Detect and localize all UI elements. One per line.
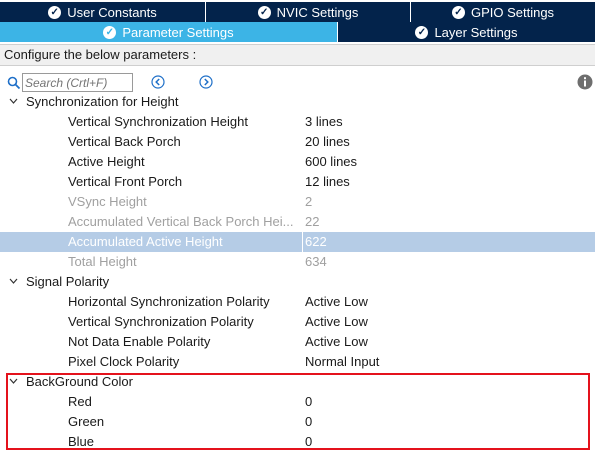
param-row[interactable]: Vertical Synchronization Height 3 lines — [0, 112, 595, 132]
tab-user-constants[interactable]: ✓ User Constants — [0, 2, 206, 22]
parameter-tree: Synchronization for Height Vertical Sync… — [0, 92, 595, 452]
param-row[interactable]: Vertical Back Porch 20 lines — [0, 132, 595, 152]
param-name: Accumulated Active Height — [68, 234, 223, 249]
param-value[interactable]: 600 lines — [305, 152, 357, 172]
param-name: VSync Height — [68, 194, 147, 209]
param-value[interactable]: Active Low — [305, 312, 368, 332]
param-row[interactable]: Green 0 — [0, 412, 595, 432]
group-background-color[interactable]: BackGround Color — [0, 372, 595, 392]
param-row: Total Height 634 — [0, 252, 595, 272]
param-row-selected[interactable]: Accumulated Active Height 622 — [0, 232, 595, 252]
param-name: Total Height — [68, 254, 137, 269]
search-toolbar — [0, 72, 595, 94]
tab-parameter-settings[interactable]: ✓ Parameter Settings — [0, 22, 338, 42]
param-name: Horizontal Synchronization Polarity — [68, 294, 270, 309]
param-value: 22 — [305, 214, 320, 229]
param-value[interactable]: 12 lines — [305, 172, 350, 192]
value-cell — [302, 232, 595, 252]
tab-layer-settings[interactable]: ✓ Layer Settings — [338, 22, 595, 42]
configure-caption: Configure the below parameters : — [0, 44, 595, 66]
param-value[interactable]: 0 — [305, 392, 312, 412]
param-row[interactable]: Active Height 600 lines — [0, 152, 595, 172]
param-name: Pixel Clock Polarity — [68, 354, 180, 369]
param-value[interactable]: 3 lines — [305, 112, 343, 132]
tab-label: Layer Settings — [434, 24, 518, 40]
check-icon: ✓ — [48, 5, 62, 19]
group-signal-polarity[interactable]: Signal Polarity — [0, 272, 595, 292]
group-label: Signal Polarity — [26, 274, 110, 289]
check-icon: ✓ — [451, 5, 465, 19]
chevron-down-icon[interactable] — [9, 378, 18, 385]
check-icon: ✓ — [103, 25, 117, 39]
param-name: Active Height — [68, 154, 145, 169]
param-row[interactable]: Not Data Enable Polarity Active Low — [0, 332, 595, 352]
check-icon: ✓ — [415, 25, 429, 39]
param-value: 634 — [305, 254, 327, 269]
param-row[interactable]: Vertical Front Porch 12 lines — [0, 172, 595, 192]
param-row[interactable]: Pixel Clock Polarity Normal Input — [0, 352, 595, 372]
tab-bar-top: ✓ User Constants ✓ NVIC Settings ✓ GPIO … — [0, 2, 595, 22]
group-synchronization-for-height[interactable]: Synchronization for Height — [0, 92, 595, 112]
param-row[interactable]: Blue 0 — [0, 432, 595, 452]
chevron-down-icon[interactable] — [9, 98, 18, 105]
param-value[interactable]: Normal Input — [305, 352, 379, 372]
check-icon: ✓ — [257, 5, 271, 19]
param-row[interactable]: Horizontal Synchronization Polarity Acti… — [0, 292, 595, 312]
tab-label: GPIO Settings — [470, 4, 555, 20]
param-name: Accumulated Vertical Back Porch Hei... — [68, 214, 294, 229]
tab-label: Parameter Settings — [122, 24, 234, 40]
search-icon — [7, 76, 21, 90]
param-row[interactable]: Red 0 — [0, 392, 595, 412]
param-row: Accumulated Vertical Back Porch Hei... 2… — [0, 212, 595, 232]
param-name: Blue — [68, 434, 95, 449]
param-name: Not Data Enable Polarity — [68, 334, 211, 349]
param-value: 622 — [305, 234, 327, 249]
param-value[interactable]: Active Low — [305, 332, 368, 352]
search-input[interactable] — [22, 73, 133, 92]
param-value[interactable]: 20 lines — [305, 132, 350, 152]
param-name: Vertical Synchronization Polarity — [68, 314, 254, 329]
param-value[interactable]: Active Low — [305, 292, 368, 312]
tab-bar-bottom: ✓ Parameter Settings ✓ Layer Settings — [0, 22, 595, 42]
param-value: 2 — [305, 194, 313, 209]
param-value[interactable]: 0 — [305, 432, 312, 452]
param-row: VSync Height 2 — [0, 192, 595, 212]
next-result-icon[interactable] — [199, 75, 213, 89]
tab-label: User Constants — [67, 4, 157, 20]
previous-result-icon[interactable] — [151, 75, 165, 89]
param-name: Vertical Back Porch — [68, 134, 181, 149]
tab-label: NVIC Settings — [276, 4, 359, 20]
param-value[interactable]: 0 — [305, 412, 312, 432]
tab-nvic-settings[interactable]: ✓ NVIC Settings — [206, 2, 411, 22]
param-row[interactable]: Vertical Synchronization Polarity Active… — [0, 312, 595, 332]
param-name: Green — [68, 414, 105, 429]
param-name: Red — [68, 394, 92, 409]
chevron-down-icon[interactable] — [9, 278, 18, 285]
group-label: BackGround Color — [26, 374, 133, 389]
info-icon[interactable] — [577, 74, 593, 90]
tab-gpio-settings[interactable]: ✓ GPIO Settings — [411, 2, 595, 22]
param-name: Vertical Front Porch — [68, 174, 183, 189]
param-name: Vertical Synchronization Height — [68, 114, 248, 129]
group-label: Synchronization for Height — [26, 94, 179, 109]
